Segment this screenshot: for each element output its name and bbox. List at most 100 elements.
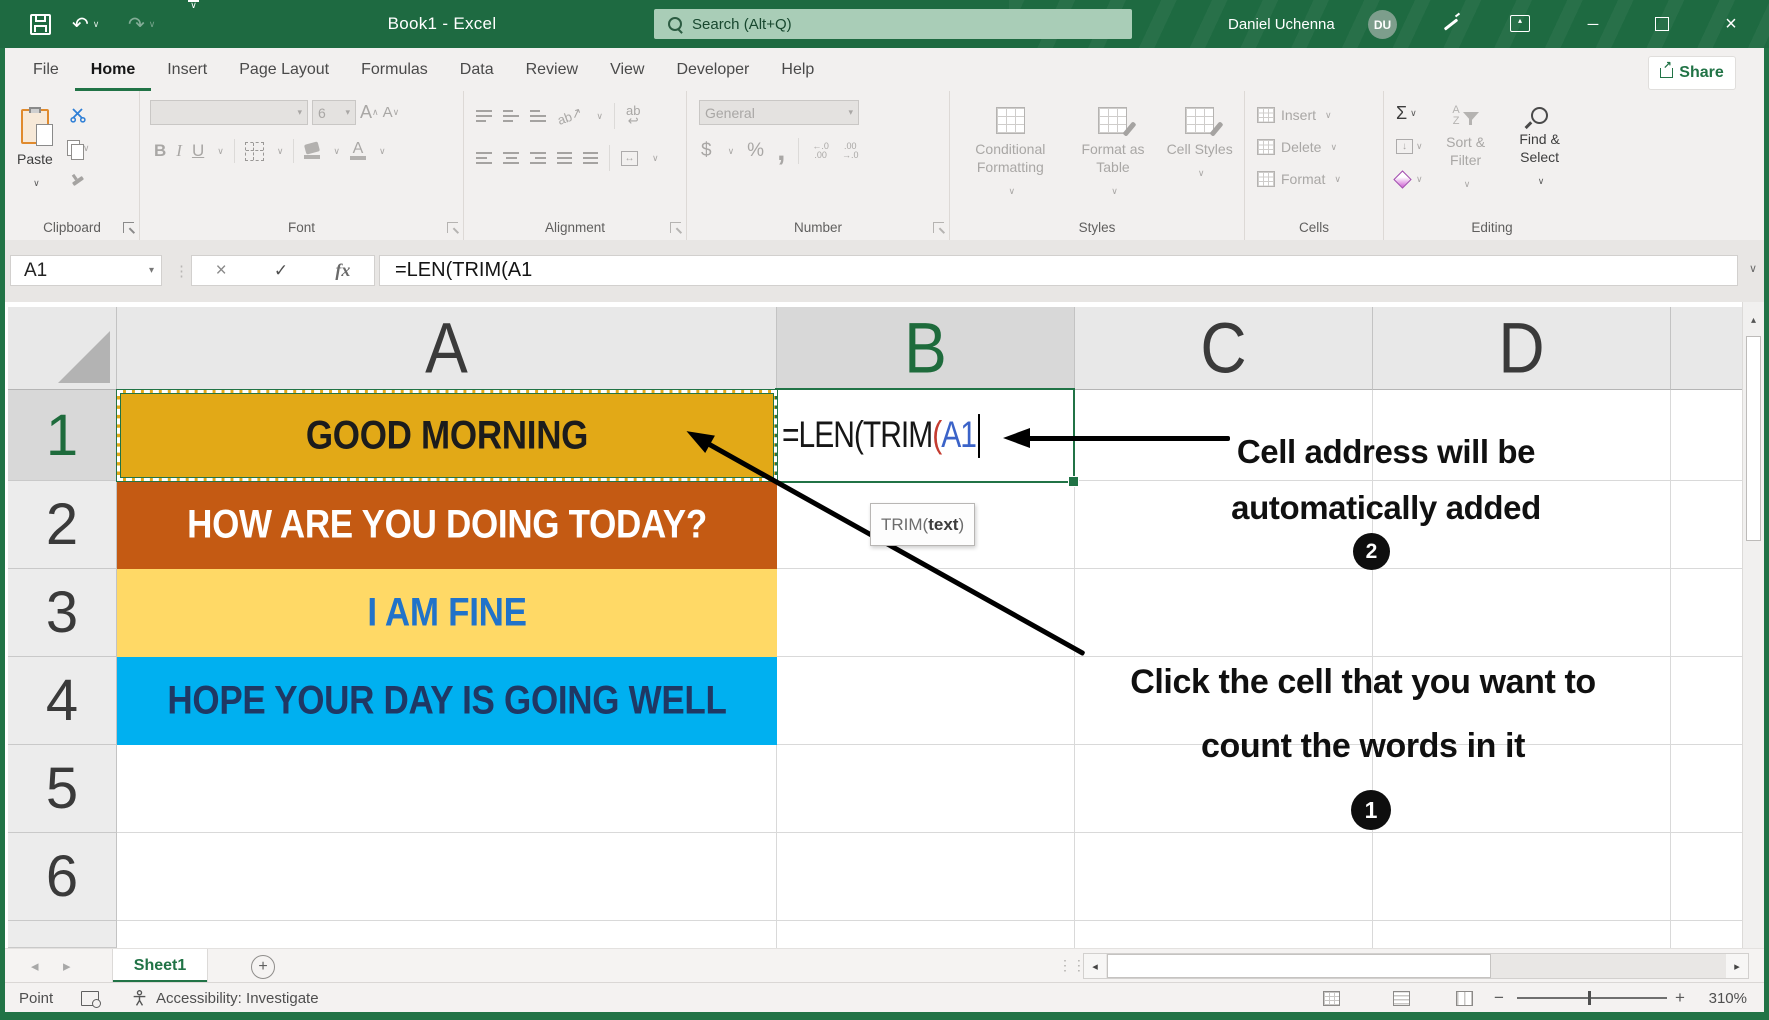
underline-button[interactable]: U (192, 139, 204, 163)
autosum-button[interactable]: Σ∨ (1396, 101, 1423, 125)
cell-d6[interactable] (1373, 833, 1671, 921)
comma-format-button[interactable]: , (777, 139, 785, 163)
formula-input[interactable]: =LEN(TRIM(A1 (379, 255, 1738, 286)
cell-a5[interactable] (117, 745, 777, 833)
sort-filter-button[interactable]: AZ Sort & Filter ∨ (1433, 101, 1499, 193)
find-select-button[interactable]: Find & Select ∨ (1509, 101, 1571, 193)
percent-format-button[interactable]: % (747, 139, 764, 163)
search-input[interactable]: Search (Alt+Q) (654, 9, 1132, 39)
tab-view[interactable]: View (594, 48, 660, 91)
tab-developer[interactable]: Developer (660, 48, 765, 91)
worksheet-grid[interactable]: A B C D 1 2 3 4 5 6 GOOD MORNING HOW ARE… (5, 302, 1742, 948)
format-as-table-button[interactable]: Format as Table ∨ (1067, 97, 1159, 200)
minimize-button[interactable]: ─ (1570, 0, 1616, 48)
expand-formula-bar-icon[interactable]: ∨ (1749, 262, 1757, 275)
cell-b5[interactable] (777, 745, 1075, 833)
merge-chevron-icon[interactable]: ∨ (652, 153, 659, 164)
name-box[interactable]: A1 ▾ (10, 255, 162, 286)
inking-pen-icon[interactable] (1440, 14, 1462, 34)
share-button[interactable]: Share (1648, 56, 1736, 90)
copy-button[interactable]: ∨ (67, 136, 90, 160)
zoom-out-glyph[interactable]: − (1494, 983, 1504, 1013)
cell-e1[interactable] (1671, 390, 1742, 481)
font-color-chevron-icon[interactable]: ∨ (379, 146, 386, 157)
tab-page-layout[interactable]: Page Layout (223, 48, 345, 91)
insert-cells-button[interactable]: Insert∨ (1257, 103, 1383, 127)
decrease-indent-button[interactable] (557, 152, 572, 164)
vertical-scroll-thumb[interactable] (1746, 336, 1761, 541)
align-right-button[interactable] (530, 152, 546, 164)
fill-button[interactable]: ↓∨ (1396, 134, 1423, 158)
row-header-4[interactable]: 4 (8, 657, 117, 745)
cell-d3[interactable] (1373, 569, 1671, 657)
row-header-1[interactable]: 1 (8, 390, 117, 481)
top-align-button[interactable] (476, 110, 492, 122)
cell-a6[interactable] (117, 833, 777, 921)
cell-styles-button[interactable]: Cell Styles ∨ (1164, 97, 1236, 200)
close-button[interactable]: × (1708, 0, 1754, 48)
column-header-a[interactable]: A (117, 307, 777, 390)
sheet-tab-sheet1[interactable]: Sheet1 (112, 949, 208, 983)
increase-decimal-button[interactable]: ←.0.00 (812, 142, 829, 160)
cell-a7[interactable] (117, 921, 777, 948)
name-box-arrow-icon[interactable]: ▾ (149, 265, 154, 276)
tab-review[interactable]: Review (510, 48, 594, 91)
page-break-view-button[interactable] (1456, 983, 1473, 1013)
scroll-left-icon[interactable]: ◂ (1084, 954, 1106, 978)
tab-help[interactable]: Help (765, 48, 830, 91)
tab-split-handle-icon[interactable]: ⋮ ⋮ (1058, 957, 1084, 974)
clipboard-dialog-launcher[interactable] (123, 222, 134, 233)
clear-button[interactable]: ∨ (1396, 167, 1423, 191)
zoom-slider-track[interactable] (1517, 997, 1667, 999)
maximize-button[interactable] (1639, 0, 1685, 48)
page-layout-view-button[interactable] (1393, 983, 1410, 1013)
undo-button[interactable]: ↶∨ (72, 0, 99, 48)
alignment-dialog-launcher[interactable] (670, 222, 681, 233)
vertical-scrollbar[interactable]: ▴ (1742, 302, 1764, 948)
format-painter-button[interactable] (67, 169, 90, 193)
tab-insert[interactable]: Insert (151, 48, 223, 91)
align-center-button[interactable] (503, 152, 519, 164)
paste-button[interactable]: Paste ∨ (17, 99, 53, 193)
next-sheet-button[interactable]: ▸ (63, 949, 71, 983)
cell-c7[interactable] (1075, 921, 1373, 948)
format-cells-button[interactable]: Format∨ (1257, 167, 1383, 191)
currency-chevron-icon[interactable]: ∨ (728, 146, 735, 157)
number-dialog-launcher[interactable] (933, 222, 944, 233)
font-color-button[interactable]: A (350, 139, 366, 163)
row-header-2[interactable]: 2 (8, 481, 117, 569)
conditional-formatting-button[interactable]: Conditional Formatting ∨ (958, 97, 1062, 200)
cell-e6[interactable] (1671, 833, 1742, 921)
cell-e3[interactable] (1671, 569, 1742, 657)
delete-cells-button[interactable]: Delete∨ (1257, 135, 1383, 159)
zoom-slider-handle[interactable] (1588, 991, 1591, 1005)
bold-button[interactable]: B (154, 139, 166, 163)
cell-e5[interactable] (1671, 745, 1742, 833)
cell-a4[interactable]: HOPE YOUR DAY IS GOING WELL (117, 657, 777, 745)
orientation-chevron-icon[interactable]: ∨ (596, 111, 603, 122)
column-header-partial[interactable] (1671, 307, 1742, 390)
increase-font-size-button[interactable]: A∧ (360, 101, 379, 125)
save-button[interactable] (30, 0, 51, 48)
row-header-partial[interactable] (8, 921, 117, 948)
orientation-button[interactable]: ab↗ (554, 100, 586, 131)
macro-record-button[interactable] (81, 983, 99, 1013)
decrease-decimal-button[interactable]: .00→.0 (842, 142, 859, 160)
align-left-button[interactable] (476, 152, 492, 164)
undo-chevron-icon[interactable]: ∨ (93, 19, 100, 30)
tab-formulas[interactable]: Formulas (345, 48, 444, 91)
tab-home[interactable]: Home (75, 48, 151, 91)
middle-align-button[interactable] (503, 110, 519, 122)
cell-c3[interactable] (1075, 569, 1373, 657)
row-header-5[interactable]: 5 (8, 745, 117, 833)
cell-e7[interactable] (1671, 921, 1742, 948)
scroll-right-icon[interactable]: ▸ (1726, 954, 1748, 978)
insert-function-button[interactable]: fx (335, 260, 350, 281)
select-all-corner[interactable] (8, 307, 117, 390)
tab-data[interactable]: Data (444, 48, 510, 91)
confirm-entry-button[interactable]: ✓ (274, 261, 288, 281)
paste-chevron-icon[interactable]: ∨ (33, 174, 40, 192)
accessibility-checker[interactable]: Accessibility: Investigate (131, 983, 319, 1013)
fill-handle[interactable] (1068, 476, 1079, 487)
number-format-combo[interactable]: General▾ (699, 100, 859, 125)
